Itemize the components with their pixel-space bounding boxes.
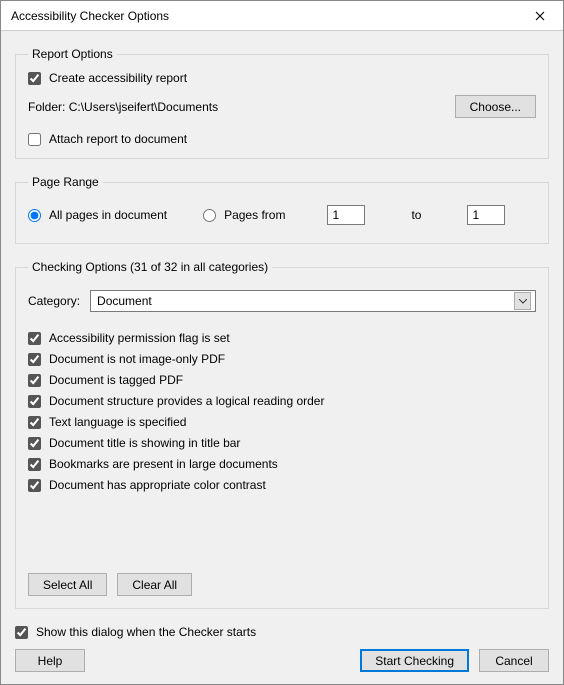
category-select[interactable]: Document xyxy=(90,290,536,312)
check-input[interactable] xyxy=(28,416,41,429)
close-button[interactable] xyxy=(525,5,555,27)
check-input[interactable] xyxy=(28,332,41,345)
folder-row: Folder: C:\Users\jseifert\Documents Choo… xyxy=(28,95,536,118)
attach-report-input[interactable] xyxy=(28,133,41,146)
checking-options-legend: Checking Options (31 of 32 in all catego… xyxy=(28,260,272,274)
check-item[interactable]: Document has appropriate color contrast xyxy=(28,478,536,492)
dialog-title: Accessibility Checker Options xyxy=(11,9,525,23)
page-range-row: All pages in document Pages from to xyxy=(28,205,536,225)
checking-options-group: Checking Options (31 of 32 in all catego… xyxy=(15,260,549,609)
cancel-button[interactable]: Cancel xyxy=(479,649,549,672)
check-item[interactable]: Accessibility permission flag is set xyxy=(28,331,536,345)
check-input[interactable] xyxy=(28,353,41,366)
all-pages-label: All pages in document xyxy=(49,208,167,222)
report-options-legend: Report Options xyxy=(28,47,117,61)
attach-report-checkbox[interactable]: Attach report to document xyxy=(28,132,536,146)
select-clear-row: Select All Clear All xyxy=(28,573,536,596)
close-icon xyxy=(535,11,545,21)
page-range-group: Page Range All pages in document Pages f… xyxy=(15,175,549,244)
help-button[interactable]: Help xyxy=(15,649,85,672)
check-input[interactable] xyxy=(28,395,41,408)
check-item[interactable]: Document is tagged PDF xyxy=(28,373,536,387)
check-item[interactable]: Document structure provides a logical re… xyxy=(28,394,536,408)
check-input[interactable] xyxy=(28,437,41,450)
create-report-label: Create accessibility report xyxy=(49,71,187,85)
check-label: Accessibility permission flag is set xyxy=(49,331,230,345)
category-label: Category: xyxy=(28,294,80,308)
check-item[interactable]: Bookmarks are present in large documents xyxy=(28,457,536,471)
folder-path: C:\Users\jseifert\Documents xyxy=(69,100,218,114)
create-report-input[interactable] xyxy=(28,72,41,85)
check-label: Document is not image-only PDF xyxy=(49,352,225,366)
dialog-content: Report Options Create accessibility repo… xyxy=(1,31,563,684)
pages-to-field[interactable] xyxy=(467,205,505,225)
attach-report-label: Attach report to document xyxy=(49,132,187,146)
check-item[interactable]: Text language is specified xyxy=(28,415,536,429)
pages-from-field[interactable] xyxy=(327,205,365,225)
check-input[interactable] xyxy=(28,458,41,471)
pages-from-radio[interactable]: Pages from xyxy=(203,208,285,222)
show-dialog-label: Show this dialog when the Checker starts xyxy=(36,625,256,639)
page-range-legend: Page Range xyxy=(28,175,103,189)
report-options-group: Report Options Create accessibility repo… xyxy=(15,47,549,159)
check-label: Bookmarks are present in large documents xyxy=(49,457,278,471)
check-input[interactable] xyxy=(28,479,41,492)
show-dialog-input[interactable] xyxy=(15,626,28,639)
pages-from-label: Pages from xyxy=(224,208,285,222)
choose-folder-button[interactable]: Choose... xyxy=(455,95,536,118)
pages-to-label: to xyxy=(411,208,421,222)
titlebar: Accessibility Checker Options xyxy=(1,1,563,31)
check-item[interactable]: Document title is showing in title bar xyxy=(28,436,536,450)
all-pages-radio[interactable]: All pages in document xyxy=(28,208,167,222)
options-checklist: Accessibility permission flag is set Doc… xyxy=(28,324,536,553)
folder-label: Folder: C:\Users\jseifert\Documents xyxy=(28,100,218,114)
accessibility-checker-dialog: Accessibility Checker Options Report Opt… xyxy=(0,0,564,685)
check-input[interactable] xyxy=(28,374,41,387)
category-row: Category: Document xyxy=(28,290,536,312)
check-label: Text language is specified xyxy=(49,415,186,429)
check-label: Document structure provides a logical re… xyxy=(49,394,324,408)
all-pages-input[interactable] xyxy=(28,209,41,222)
select-all-button[interactable]: Select All xyxy=(28,573,107,596)
check-label: Document has appropriate color contrast xyxy=(49,478,266,492)
show-dialog-checkbox[interactable]: Show this dialog when the Checker starts xyxy=(15,625,549,639)
check-item[interactable]: Document is not image-only PDF xyxy=(28,352,536,366)
check-label: Document is tagged PDF xyxy=(49,373,183,387)
clear-all-button[interactable]: Clear All xyxy=(117,573,192,596)
category-value: Document xyxy=(97,294,152,308)
footer-buttons: Help Start Checking Cancel xyxy=(15,649,549,672)
pages-from-input[interactable] xyxy=(203,209,216,222)
start-checking-button[interactable]: Start Checking xyxy=(360,649,469,672)
chevron-down-icon xyxy=(514,292,531,310)
check-label: Document title is showing in title bar xyxy=(49,436,240,450)
create-report-checkbox[interactable]: Create accessibility report xyxy=(28,71,536,85)
